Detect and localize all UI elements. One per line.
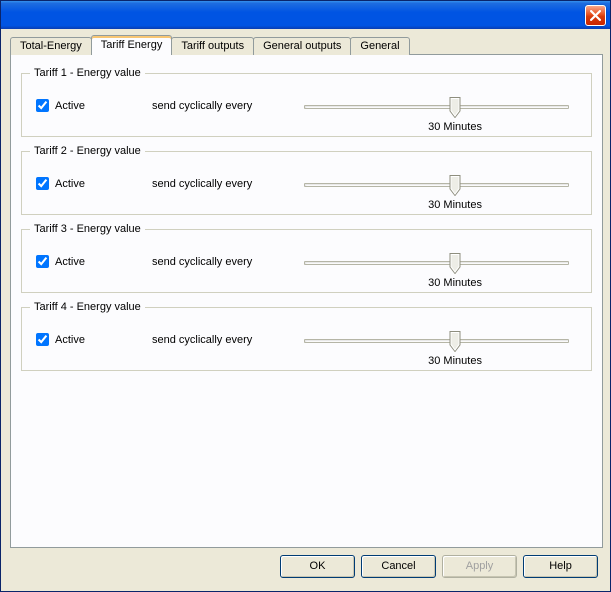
active-checkbox-wrap[interactable]: Active: [36, 333, 85, 346]
slider-track: [304, 183, 569, 187]
tab-tariff-outputs[interactable]: Tariff outputs: [171, 37, 254, 55]
slider-value: 30 Minutes: [428, 355, 482, 367]
slider-thumb[interactable]: [450, 253, 461, 274]
send-label: send cyclically every: [152, 100, 252, 112]
dialog-window: Total-Energy Tariff Energy Tariff output…: [0, 0, 611, 592]
active-checkbox[interactable]: [36, 99, 49, 112]
tab-general-outputs[interactable]: General outputs: [253, 37, 351, 55]
active-checkbox-wrap[interactable]: Active: [36, 177, 85, 190]
slider-value: 30 Minutes: [428, 199, 482, 211]
content-area: Total-Energy Tariff Energy Tariff output…: [10, 35, 603, 548]
button-bar: OK Cancel Apply Help: [1, 551, 610, 591]
titlebar: [1, 1, 610, 29]
tab-general[interactable]: General: [350, 37, 409, 55]
group-legend: Tariff 3 - Energy value: [30, 223, 145, 235]
close-icon: [590, 10, 601, 21]
active-label: Active: [55, 334, 85, 346]
active-label: Active: [55, 256, 85, 268]
ok-button[interactable]: OK: [280, 555, 355, 578]
active-checkbox[interactable]: [36, 255, 49, 268]
active-checkbox[interactable]: [36, 177, 49, 190]
active-checkbox-wrap[interactable]: Active: [36, 99, 85, 112]
slider-thumb[interactable]: [450, 97, 461, 118]
tabpanel-tariff-energy: Tariff 1 - Energy value Active send cycl…: [10, 54, 603, 548]
tab-tariff-energy[interactable]: Tariff Energy: [91, 35, 173, 55]
slider-track: [304, 261, 569, 265]
group-row: Active send cyclically every 30 Minutes: [36, 95, 577, 139]
group-tariff-4: Tariff 4 - Energy value Active send cycl…: [21, 301, 592, 371]
help-button[interactable]: Help: [523, 555, 598, 578]
slider-track: [304, 105, 569, 109]
active-checkbox[interactable]: [36, 333, 49, 346]
group-row: Active send cyclically every 30 Minutes: [36, 251, 577, 295]
group-row: Active send cyclically every 30 Minutes: [36, 173, 577, 217]
active-label: Active: [55, 100, 85, 112]
active-label: Active: [55, 178, 85, 190]
cancel-button[interactable]: Cancel: [361, 555, 436, 578]
send-label: send cyclically every: [152, 178, 252, 190]
group-tariff-1: Tariff 1 - Energy value Active send cycl…: [21, 67, 592, 137]
apply-button: Apply: [442, 555, 517, 578]
slider-track: [304, 339, 569, 343]
group-row: Active send cyclically every 30 Minutes: [36, 329, 577, 373]
interval-slider[interactable]: 30 Minutes: [304, 173, 569, 217]
tab-total-energy[interactable]: Total-Energy: [10, 37, 92, 55]
interval-slider[interactable]: 30 Minutes: [304, 95, 569, 139]
slider-thumb[interactable]: [450, 175, 461, 196]
group-tariff-2: Tariff 2 - Energy value Active send cycl…: [21, 145, 592, 215]
close-button[interactable]: [585, 5, 606, 26]
group-legend: Tariff 2 - Energy value: [30, 145, 145, 157]
slider-thumb[interactable]: [450, 331, 461, 352]
tabstrip: Total-Energy Tariff Energy Tariff output…: [10, 35, 603, 55]
active-checkbox-wrap[interactable]: Active: [36, 255, 85, 268]
send-label: send cyclically every: [152, 334, 252, 346]
group-tariff-3: Tariff 3 - Energy value Active send cycl…: [21, 223, 592, 293]
group-legend: Tariff 1 - Energy value: [30, 67, 145, 79]
interval-slider[interactable]: 30 Minutes: [304, 251, 569, 295]
interval-slider[interactable]: 30 Minutes: [304, 329, 569, 373]
group-legend: Tariff 4 - Energy value: [30, 301, 145, 313]
slider-value: 30 Minutes: [428, 277, 482, 289]
slider-value: 30 Minutes: [428, 121, 482, 133]
send-label: send cyclically every: [152, 256, 252, 268]
